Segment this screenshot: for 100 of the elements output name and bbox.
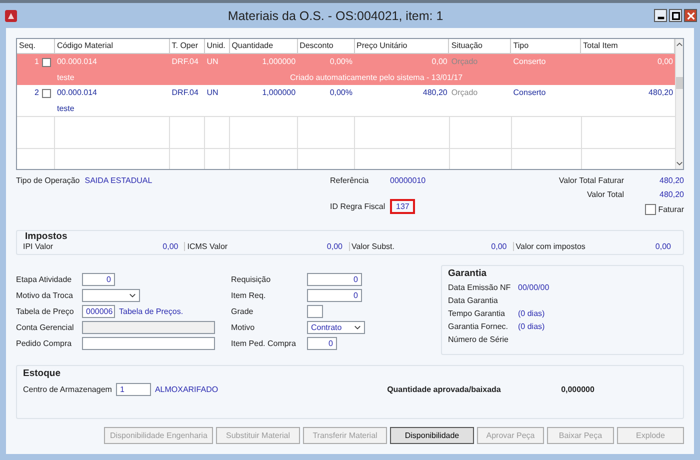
dropdown-icon — [129, 293, 136, 298]
action-button[interactable]: Disponibilidade — [390, 427, 474, 444]
dropdown-icon — [354, 325, 361, 330]
column-header[interactable]: Unid. — [204, 39, 230, 53]
field-value: SAIDA ESTADUAL — [84, 176, 152, 187]
field-value: 0,00 — [655, 242, 671, 251]
close-icon — [686, 12, 694, 20]
field-label: Data Emissão NF — [448, 283, 512, 292]
column-header[interactable]: Situação — [449, 39, 512, 53]
field-value: 00000010 — [390, 176, 426, 185]
field-label: Motivo da Troca — [16, 291, 74, 300]
table-cell: 1,000000 — [262, 88, 296, 97]
input-field[interactable] — [82, 337, 215, 350]
input-field[interactable] — [307, 305, 323, 318]
table-cell: 480,20 — [648, 88, 674, 97]
input-field[interactable] — [82, 289, 140, 302]
table-cell: 0,00 — [432, 57, 448, 66]
table-cell: 0,00 — [657, 57, 674, 66]
field-label: Tabela de Preço — [16, 307, 75, 316]
input-field[interactable]: 1 — [116, 383, 151, 396]
field-label: Pedido Compra — [16, 339, 73, 348]
row-message: Criado automaticamente pelo sistema - 13/01/17 — [290, 73, 463, 82]
input-field[interactable]: 000006 — [82, 305, 115, 318]
field-label: Tipo de Operação — [16, 176, 80, 187]
table-cell: 00.000.014 — [56, 88, 97, 97]
field-label: Conta Gerencial — [16, 323, 75, 332]
scrollbar[interactable] — [675, 39, 683, 169]
field-label: Item Ped. Compra — [231, 339, 297, 348]
field-label: Valor com impostos — [516, 242, 586, 251]
minimize-button[interactable] — [654, 9, 667, 22]
input-field[interactable] — [82, 321, 215, 334]
table-cell: teste — [57, 73, 74, 82]
table-cell: 1,000000 — [262, 57, 296, 66]
table-cell: 0,00% — [330, 88, 352, 97]
field-value: 137 — [390, 199, 416, 214]
close-button[interactable] — [684, 9, 697, 22]
column-header[interactable]: T. Oper — [170, 39, 205, 53]
field-label: Quantidade aprovada/baixada — [387, 385, 502, 394]
column-header[interactable]: Seq. — [17, 39, 55, 53]
field-label: Número de Série — [448, 335, 510, 344]
input-field[interactable]: 0 — [307, 337, 337, 350]
field-label: ID Regra Fiscal — [330, 202, 386, 211]
table-cell: 480,20 — [422, 88, 448, 97]
row-checkbox[interactable] — [42, 58, 51, 66]
checkbox[interactable] — [645, 204, 656, 215]
field-label: Valor Subst. — [352, 242, 394, 251]
field-label: Requisição — [231, 275, 272, 284]
table-cell: Orçado — [451, 88, 478, 97]
field-label: Item Req. — [231, 291, 267, 300]
field-value: Tabela de Preços. — [119, 307, 184, 316]
field-value: (0 dias) — [518, 309, 545, 318]
column-header[interactable]: Tipo — [511, 39, 582, 53]
field-label: ICMS Valor — [187, 242, 228, 251]
field-label: Valor Total — [586, 190, 624, 199]
column-header[interactable]: Preço Unitário — [354, 39, 450, 53]
column-header[interactable]: Desconto — [298, 39, 354, 53]
field-label: Grade — [231, 307, 254, 316]
field-label: Garantia Fornec. — [448, 322, 510, 331]
field-label: Centro de Armazenagem — [23, 385, 112, 394]
table-cell: UN — [206, 57, 218, 66]
window-title: Materiais da O.S. - OS:004021, item: 1 — [226, 8, 444, 22]
section-title: Estoque — [23, 368, 60, 379]
field-label: Motivo — [231, 323, 256, 332]
field-value: ALMOXARIFADO — [154, 385, 218, 394]
field-value: 480,20 — [658, 190, 684, 199]
scrollbar-thumb[interactable] — [676, 77, 683, 89]
row-checkbox[interactable] — [42, 88, 51, 98]
table-cell: teste — [57, 104, 74, 113]
checkbox-label: Faturar — [658, 205, 684, 214]
field-value: 00/00/00 — [518, 283, 550, 292]
table-cell: DRF.04 — [172, 57, 198, 66]
field-value: 0,00 — [326, 242, 342, 251]
table-cell: Conserto — [513, 88, 546, 97]
column-header[interactable]: Quantidade — [230, 39, 298, 53]
input-field[interactable]: 0 — [82, 273, 115, 286]
input-field[interactable]: 0 — [307, 273, 362, 286]
input-field[interactable]: Contrato — [307, 321, 365, 334]
table-cell: 0,00% — [330, 57, 352, 66]
maximize-icon — [672, 12, 680, 20]
input-field[interactable]: 0 — [307, 289, 362, 302]
table-cell: Conserto — [513, 57, 546, 66]
field-label: Referência — [330, 176, 370, 185]
scroll-up-icon[interactable] — [676, 42, 683, 47]
field-value: 0,000000 — [561, 385, 594, 394]
field-label: Etapa Atividade — [16, 275, 73, 284]
table-cell-text: 2 — [34, 87, 39, 99]
field-label: Tempo Garantia — [448, 309, 506, 318]
column-header[interactable]: Código Material — [54, 39, 170, 53]
section-title: Impostos — [25, 231, 68, 242]
field-value: 0,00 — [491, 242, 507, 251]
field-value: (0 dias) — [518, 322, 545, 331]
field-label: Valor Total Faturar — [558, 176, 624, 185]
maximize-button[interactable] — [669, 9, 682, 22]
field-label: IPI Valor — [23, 242, 54, 251]
table-cell-text: 1 — [34, 56, 39, 68]
app-icon — [5, 10, 17, 22]
table-cell: UN — [206, 88, 218, 97]
field-value: 0,00 — [162, 242, 178, 251]
table-cell: Orçado — [451, 57, 478, 66]
scroll-down-icon[interactable] — [676, 161, 683, 166]
